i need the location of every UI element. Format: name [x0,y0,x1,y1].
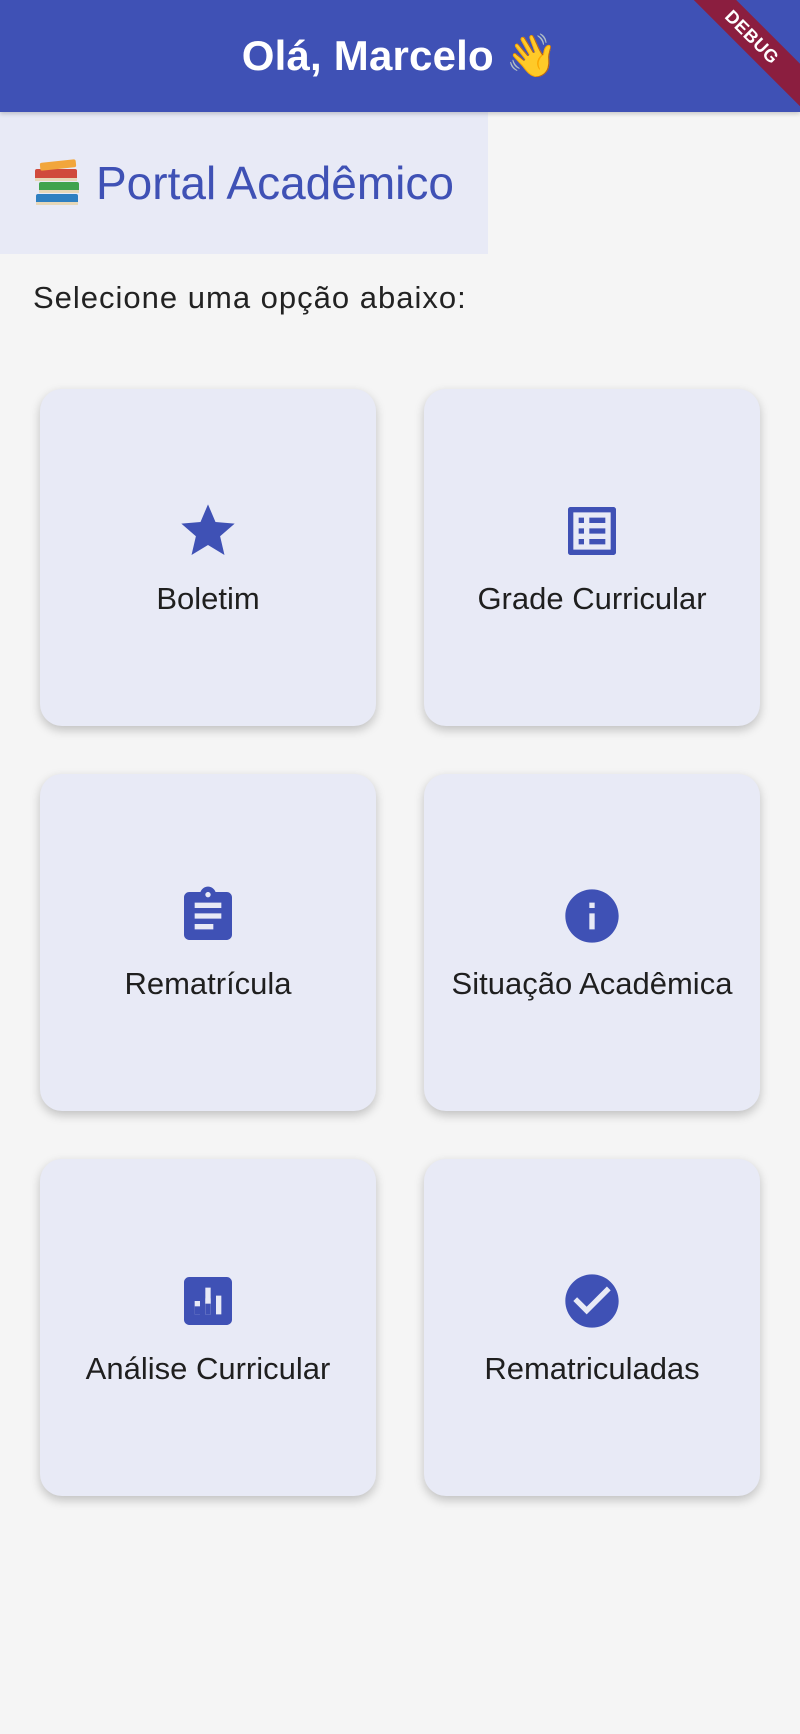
card-label: Situação Acadêmica [451,965,733,1001]
menu-grid: Boletim Grade Curricular Rematrícula Sit… [40,389,760,1496]
greeting-title: Olá, Marcelo 👋 [241,31,559,79]
bar-chart-icon [176,1269,240,1333]
card-situacao-academica[interactable]: Situação Acadêmica [424,774,760,1111]
app-bar: Olá, Marcelo 👋 [0,0,800,112]
card-label: Boletim [156,580,260,616]
card-label: Rematrícula [124,965,292,1001]
card-grade-curricular[interactable]: Grade Curricular [424,389,760,726]
portal-header: Portal Acadêmico [0,112,488,254]
card-label: Grade Curricular [477,580,707,616]
card-rematriculadas[interactable]: Rematriculadas [424,1159,760,1496]
card-label: Rematriculadas [484,1350,700,1386]
info-icon [560,884,624,948]
check-circle-icon [560,1269,624,1333]
books-icon [32,158,84,208]
portal-title: Portal Acadêmico [96,157,454,209]
clipboard-icon [176,884,240,948]
list-icon [560,499,624,563]
star-icon [176,499,240,563]
card-rematricula[interactable]: Rematrícula [40,774,376,1111]
card-analise-curricular[interactable]: Análise Curricular [40,1159,376,1496]
card-boletim[interactable]: Boletim [40,389,376,726]
instruction-text: Selecione uma opção abaixo: [33,280,467,315]
card-label: Análise Curricular [85,1350,331,1386]
